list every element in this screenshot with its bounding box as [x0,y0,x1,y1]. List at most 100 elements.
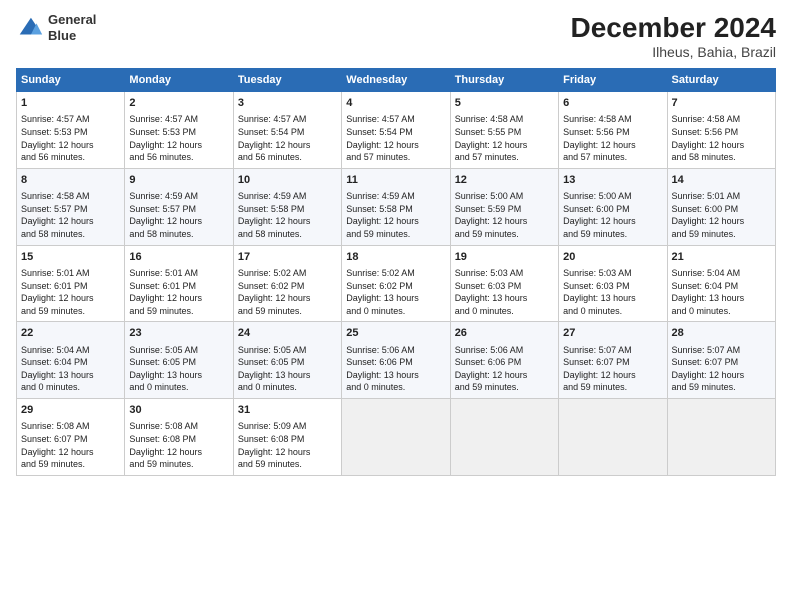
day-info: Sunrise: 5:03 AM [563,267,662,280]
day-number: 2 [129,96,228,111]
day-info: Sunrise: 5:02 AM [346,267,445,280]
day-info: Sunrise: 5:01 AM [21,267,120,280]
table-row: 21Sunrise: 5:04 AMSunset: 6:04 PMDayligh… [667,245,775,322]
day-info: Sunset: 5:56 PM [563,126,662,139]
day-number: 7 [672,96,771,111]
day-number: 3 [238,96,337,111]
day-info: Sunrise: 5:06 AM [346,344,445,357]
table-row: 3Sunrise: 4:57 AMSunset: 5:54 PMDaylight… [233,92,341,169]
day-number: 22 [21,326,120,341]
day-number: 19 [455,250,554,265]
table-row: 2Sunrise: 4:57 AMSunset: 5:53 PMDaylight… [125,92,233,169]
day-info: Daylight: 12 hours [129,292,228,305]
day-info: Daylight: 13 hours [21,369,120,382]
calendar-table: Sunday Monday Tuesday Wednesday Thursday… [16,68,776,476]
day-info: and 0 minutes. [455,305,554,318]
day-number: 27 [563,326,662,341]
table-row: 31Sunrise: 5:09 AMSunset: 6:08 PMDayligh… [233,399,341,476]
day-number: 16 [129,250,228,265]
day-number: 6 [563,96,662,111]
day-info: and 59 minutes. [455,381,554,394]
day-info: and 57 minutes. [346,151,445,164]
day-info: Sunset: 6:06 PM [346,356,445,369]
day-number: 25 [346,326,445,341]
day-info: Daylight: 12 hours [129,446,228,459]
day-number: 26 [455,326,554,341]
day-info: Daylight: 12 hours [21,292,120,305]
day-info: Sunset: 5:59 PM [455,203,554,216]
day-number: 13 [563,173,662,188]
day-info: Sunrise: 5:06 AM [455,344,554,357]
day-info: Sunset: 5:57 PM [129,203,228,216]
day-info: Sunset: 6:07 PM [21,433,120,446]
day-info: Sunset: 5:53 PM [21,126,120,139]
table-row: 4Sunrise: 4:57 AMSunset: 5:54 PMDaylight… [342,92,450,169]
day-info: Sunset: 5:56 PM [672,126,771,139]
day-number: 1 [21,96,120,111]
day-info: Daylight: 12 hours [238,292,337,305]
day-info: and 56 minutes. [238,151,337,164]
col-sunday: Sunday [17,69,125,92]
day-info: Sunset: 6:06 PM [455,356,554,369]
day-info: Daylight: 12 hours [672,215,771,228]
day-info: Sunrise: 4:58 AM [455,113,554,126]
day-info: and 59 minutes. [21,305,120,318]
day-info: Daylight: 12 hours [238,215,337,228]
table-row: 20Sunrise: 5:03 AMSunset: 6:03 PMDayligh… [559,245,667,322]
day-info: Sunset: 6:07 PM [672,356,771,369]
day-info: Sunrise: 4:57 AM [346,113,445,126]
day-info: Sunrise: 5:03 AM [455,267,554,280]
day-number: 4 [346,96,445,111]
col-monday: Monday [125,69,233,92]
table-row: 25Sunrise: 5:06 AMSunset: 6:06 PMDayligh… [342,322,450,399]
day-info: Daylight: 12 hours [238,139,337,152]
day-info: Sunrise: 4:58 AM [563,113,662,126]
table-row: 26Sunrise: 5:06 AMSunset: 6:06 PMDayligh… [450,322,558,399]
day-info: Sunrise: 5:07 AM [672,344,771,357]
day-info: Sunrise: 5:00 AM [563,190,662,203]
table-row: 23Sunrise: 5:05 AMSunset: 6:05 PMDayligh… [125,322,233,399]
day-info: and 59 minutes. [455,228,554,241]
day-info: Sunrise: 5:09 AM [238,420,337,433]
table-row: 11Sunrise: 4:59 AMSunset: 5:58 PMDayligh… [342,168,450,245]
day-info: Sunrise: 4:57 AM [238,113,337,126]
day-info: Daylight: 12 hours [238,446,337,459]
day-info: Sunrise: 5:08 AM [129,420,228,433]
day-info: Sunrise: 4:59 AM [346,190,445,203]
main-container: General Blue December 2024 Ilheus, Bahia… [0,0,792,486]
day-info: Daylight: 12 hours [455,215,554,228]
day-number: 18 [346,250,445,265]
day-info: and 59 minutes. [672,228,771,241]
table-row: 29Sunrise: 5:08 AMSunset: 6:07 PMDayligh… [17,399,125,476]
calendar-week-row: 8Sunrise: 4:58 AMSunset: 5:57 PMDaylight… [17,168,776,245]
day-info: Sunset: 6:02 PM [346,280,445,293]
day-info: and 59 minutes. [21,458,120,471]
day-info: Daylight: 13 hours [346,292,445,305]
day-info: Sunset: 6:00 PM [563,203,662,216]
table-row: 19Sunrise: 5:03 AMSunset: 6:03 PMDayligh… [450,245,558,322]
table-row: 22Sunrise: 5:04 AMSunset: 6:04 PMDayligh… [17,322,125,399]
logo: General Blue [16,12,96,43]
day-info: Daylight: 13 hours [563,292,662,305]
day-info: and 58 minutes. [129,228,228,241]
day-number: 29 [21,403,120,418]
day-info: Daylight: 12 hours [455,139,554,152]
day-info: Sunrise: 4:57 AM [129,113,228,126]
col-friday: Friday [559,69,667,92]
day-number: 10 [238,173,337,188]
day-info: Sunrise: 4:59 AM [129,190,228,203]
day-info: Daylight: 13 hours [238,369,337,382]
col-wednesday: Wednesday [342,69,450,92]
col-tuesday: Tuesday [233,69,341,92]
day-info: Daylight: 12 hours [346,215,445,228]
day-info: and 0 minutes. [672,305,771,318]
title-block: December 2024 Ilheus, Bahia, Brazil [571,12,776,60]
calendar-week-row: 15Sunrise: 5:01 AMSunset: 6:01 PMDayligh… [17,245,776,322]
day-info: Sunrise: 5:02 AM [238,267,337,280]
table-row: 24Sunrise: 5:05 AMSunset: 6:05 PMDayligh… [233,322,341,399]
day-number: 30 [129,403,228,418]
day-info: Daylight: 12 hours [672,369,771,382]
day-info: Sunrise: 5:08 AM [21,420,120,433]
table-row: 18 Sunrise: 5:02 AMSunset: 6:02 PMDayligh… [342,245,450,322]
table-row: 30Sunrise: 5:08 AMSunset: 6:08 PMDayligh… [125,399,233,476]
